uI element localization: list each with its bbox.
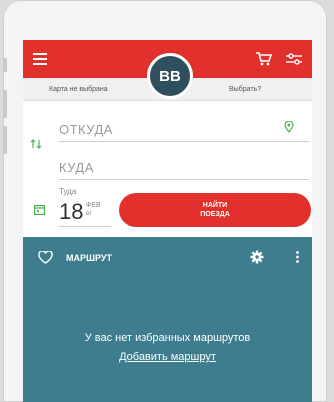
find-trains-button[interactable]: НАЙТИ ПОЕЗДА (119, 193, 311, 227)
to-field[interactable]: КУДА (59, 160, 94, 175)
app-screen: Карта не выбрана Выбрать? BB ОТКУДА КУДА… (23, 40, 312, 402)
date-day[interactable]: 18 (59, 199, 83, 225)
more-vertical-icon[interactable] (294, 249, 300, 265)
find-button-line2: ПОЕЗДА (200, 211, 230, 218)
date-weekday: вт (86, 211, 92, 217)
routes-panel: МАРШРУТ У вас нет избранных маршрутов До… (23, 237, 312, 402)
heart-icon[interactable] (37, 250, 53, 264)
avatar[interactable]: BB (147, 53, 193, 99)
routes-title: МАРШРУТ (66, 253, 113, 263)
location-icon[interactable] (283, 120, 295, 134)
phone-side-button (3, 126, 7, 154)
gear-icon[interactable] (249, 249, 265, 265)
add-route-link[interactable]: Добавить маршрут (23, 351, 312, 363)
to-underline (59, 179, 309, 180)
date-month: ФЕВ (86, 202, 101, 209)
from-field[interactable]: ОТКУДА (59, 122, 113, 137)
choose-card-link[interactable]: Выбрать? (229, 86, 261, 93)
swap-icon[interactable] (29, 138, 43, 150)
menu-icon[interactable] (32, 51, 48, 67)
calendar-icon[interactable] (33, 203, 45, 215)
find-button-line1: НАЙТИ (202, 202, 228, 209)
phone-side-button (3, 58, 7, 72)
phone-side-button (3, 90, 7, 118)
cart-icon[interactable] (255, 50, 273, 68)
empty-routes-message: У вас нет избранных маршрутов (84, 332, 251, 344)
filter-icon[interactable] (285, 50, 303, 68)
from-underline (59, 141, 309, 142)
date-caption: Туда (59, 187, 77, 196)
card-status: Карта не выбрана (49, 86, 108, 93)
date-underline (59, 226, 111, 227)
